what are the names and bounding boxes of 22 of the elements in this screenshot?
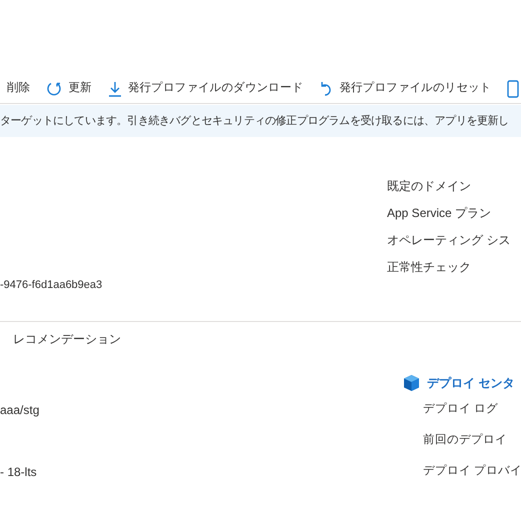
property-label: 正常性チェック	[387, 259, 472, 275]
delete-button[interactable]: 削除	[0, 76, 40, 100]
download-icon	[108, 80, 122, 96]
info-banner: ターゲットにしています。引き続きバグとセキュリティの修正プログラムを受け取るには、アプリを更新し	[0, 105, 521, 137]
deployment-link[interactable]: 前回のデプロイ	[423, 432, 521, 449]
recommendations-tab[interactable]: レコメンデーション	[13, 330, 121, 348]
property-value: - 18-lts	[0, 464, 38, 480]
cube-icon	[403, 374, 420, 392]
deployment-link[interactable]: デプロイ ログ	[423, 401, 521, 418]
property-label: 既定のドメイン	[387, 178, 472, 194]
property-value: aaa/stg	[0, 402, 40, 418]
property-value: -9476-f6d1aa6b9ea3	[0, 278, 104, 292]
device-icon	[507, 80, 520, 98]
refresh-icon	[46, 80, 62, 96]
download-button[interactable]: 発行プロファイルのダウンロード	[100, 76, 312, 100]
undo-button[interactable]: 発行プロファイルのリセット	[312, 76, 500, 100]
undo-icon	[319, 80, 334, 96]
property-label: オペレーティング シス	[387, 232, 512, 248]
deployment-center-heading: デプロイ センタ	[427, 375, 514, 392]
deployment-link[interactable]: デプロイ プロバイ	[423, 463, 521, 480]
refresh-button[interactable]: 更新	[39, 76, 101, 100]
property-label: App Service プラン	[387, 205, 492, 221]
